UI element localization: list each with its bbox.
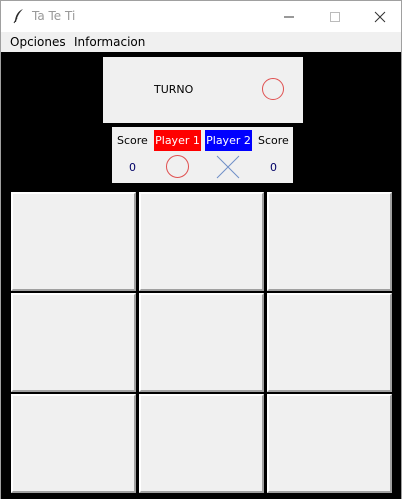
- board-cell-6[interactable]: [267, 293, 392, 392]
- title-bar: Ta Te Ti: [1, 1, 401, 32]
- menu-opciones[interactable]: Opciones: [10, 35, 66, 49]
- board-cell-4[interactable]: [11, 293, 136, 392]
- turn-circle-icon: [262, 78, 284, 100]
- minimize-icon: [284, 16, 294, 17]
- maximize-button[interactable]: [312, 1, 358, 32]
- menu-bar: Opciones Informacion: [1, 32, 401, 52]
- board-cell-3[interactable]: [267, 192, 392, 291]
- board-cell-1[interactable]: [11, 192, 136, 291]
- player2-label: Player 2: [205, 130, 252, 151]
- player2-cross-icon: [216, 155, 240, 179]
- board-cell-9[interactable]: [267, 394, 392, 493]
- player1-score: 0: [129, 161, 136, 174]
- game-area: TURNO Score Player 1 Player 2 Score 0 0: [1, 52, 401, 499]
- board-cell-7[interactable]: [11, 394, 136, 493]
- player2-score: 0: [270, 161, 277, 174]
- maximize-icon: [330, 11, 340, 22]
- game-board: [11, 192, 393, 497]
- turn-panel: TURNO: [103, 57, 303, 123]
- feather-icon: [13, 9, 23, 24]
- board-cell-8[interactable]: [139, 394, 264, 493]
- score-label-player1: Score: [117, 134, 148, 147]
- menu-informacion[interactable]: Informacion: [74, 35, 145, 49]
- app-window: Ta Te Ti Opciones Informacion TURNO Scor…: [0, 0, 402, 499]
- board-cell-5[interactable]: [139, 293, 264, 392]
- close-icon: [374, 11, 386, 22]
- score-label-player2: Score: [258, 134, 289, 147]
- close-button[interactable]: [357, 1, 402, 32]
- scoreboard: Score Player 1 Player 2 Score 0 0: [112, 127, 293, 183]
- player1-label: Player 1: [154, 130, 201, 151]
- board-cell-2[interactable]: [139, 192, 264, 291]
- turn-label: TURNO: [154, 83, 194, 96]
- player1-circle-icon: [166, 155, 189, 178]
- window-title: Ta Te Ti: [32, 9, 76, 23]
- minimize-button[interactable]: [266, 1, 312, 32]
